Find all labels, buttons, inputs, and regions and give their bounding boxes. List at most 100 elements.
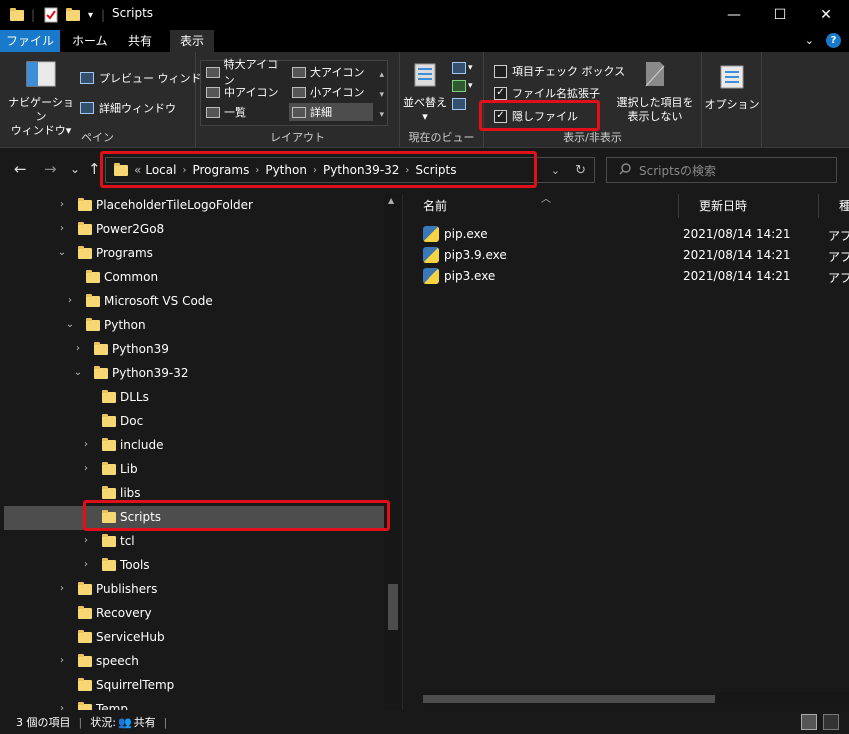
address-dropdown-icon[interactable]: ⌄ bbox=[551, 164, 560, 177]
tab-file[interactable]: ファイル bbox=[0, 30, 60, 52]
tab-view[interactable]: 表示 bbox=[170, 30, 215, 52]
chevron-right-icon[interactable]: › bbox=[57, 655, 67, 666]
chevron-right-icon[interactable]: › bbox=[81, 535, 91, 546]
tree-item[interactable]: libs bbox=[0, 482, 384, 506]
scroll-up-icon[interactable]: ▲ bbox=[388, 196, 394, 205]
chevron-down-icon[interactable]: ⌄ bbox=[65, 319, 75, 330]
item-checkbox-toggle[interactable]: 項目チェック ボックス bbox=[494, 63, 625, 79]
search-box[interactable]: Scriptsの検索 bbox=[606, 157, 837, 183]
tree-item[interactable]: ServiceHub bbox=[0, 626, 384, 650]
layout-extra-large-icons[interactable]: 特大アイコン bbox=[203, 58, 287, 87]
maximize-button[interactable]: ☐ bbox=[757, 0, 803, 30]
close-button[interactable]: ✕ bbox=[803, 0, 849, 30]
tree-item[interactable]: DLLs bbox=[0, 386, 384, 410]
file-list-horizontal-scrollbar[interactable] bbox=[423, 692, 849, 706]
file-row[interactable]: pip.exe 2021/08/14 14:21 アプリ bbox=[403, 224, 849, 245]
item-checkbox-checkbox[interactable] bbox=[494, 64, 507, 78]
file-extension-toggle[interactable]: ✓ ファイル名拡張子 bbox=[494, 85, 600, 101]
tab-home[interactable]: ホーム bbox=[62, 30, 118, 52]
breadcrumb-chevron-icon[interactable]: › bbox=[255, 165, 259, 176]
tree-item[interactable]: › Publishers bbox=[0, 578, 384, 602]
breadcrumb-item-scripts[interactable]: Scripts bbox=[415, 163, 456, 177]
new-folder-icon[interactable] bbox=[66, 7, 80, 23]
recent-locations-button[interactable]: ⌄ bbox=[70, 162, 80, 176]
chevron-right-icon[interactable]: › bbox=[73, 343, 83, 354]
properties-icon[interactable] bbox=[44, 7, 58, 23]
chevron-right-icon[interactable]: › bbox=[57, 703, 67, 710]
refresh-icon[interactable]: ↻ bbox=[575, 163, 586, 178]
navigation-pane-button[interactable]: ナビゲーション ウィンドウ▾ bbox=[6, 60, 76, 138]
tree-item[interactable]: › Temp bbox=[0, 698, 384, 710]
chevron-down-icon[interactable]: ⌄ bbox=[57, 247, 67, 258]
chevron-right-icon[interactable]: › bbox=[81, 463, 91, 474]
chevron-right-icon[interactable]: › bbox=[57, 223, 67, 234]
preview-pane-button[interactable]: プレビュー ウィンドウ bbox=[80, 70, 213, 86]
tree-item[interactable]: › PlaceholderTileLogoFolder bbox=[0, 194, 384, 218]
layout-small-icons[interactable]: 小アイコン bbox=[289, 83, 373, 101]
chevron-right-icon[interactable]: › bbox=[81, 559, 91, 570]
file-extension-checkbox[interactable]: ✓ bbox=[494, 86, 507, 100]
breadcrumb-chevron-icon[interactable]: › bbox=[405, 165, 409, 176]
tree-item[interactable]: Common bbox=[0, 266, 384, 290]
tree-item[interactable]: › Lib bbox=[0, 458, 384, 482]
tree-item[interactable]: Doc bbox=[0, 410, 384, 434]
details-view-icon[interactable] bbox=[801, 714, 817, 730]
tree-scrollbar[interactable]: ▲ bbox=[384, 194, 402, 710]
tree-item-selected[interactable]: Scripts bbox=[4, 506, 384, 530]
tree-item[interactable]: › tcl bbox=[0, 530, 384, 554]
file-row[interactable]: pip3.9.exe 2021/08/14 14:21 アプリ bbox=[403, 245, 849, 266]
tree-item[interactable]: Recovery bbox=[0, 602, 384, 626]
up-button[interactable]: ↑ bbox=[88, 160, 101, 178]
breadcrumb-overflow[interactable]: « bbox=[134, 163, 141, 177]
tree-item[interactable]: › Tools bbox=[0, 554, 384, 578]
tree-item[interactable]: ⌄ Programs bbox=[0, 242, 384, 266]
column-header-type[interactable]: 種類 bbox=[819, 194, 849, 218]
chevron-down-icon[interactable]: ⌄ bbox=[805, 34, 814, 47]
tree-item[interactable]: › Power2Go8 bbox=[0, 218, 384, 242]
tree-item[interactable]: › speech bbox=[0, 650, 384, 674]
tree-item[interactable]: ⌄ Python bbox=[0, 314, 384, 338]
tree-item[interactable]: ⌄ Python39-32 bbox=[0, 362, 384, 386]
breadcrumb-chevron-icon[interactable]: › bbox=[313, 165, 317, 176]
size-columns-button[interactable] bbox=[452, 98, 473, 110]
layout-large-icons[interactable]: 大アイコン bbox=[289, 63, 373, 81]
help-icon[interactable]: ? bbox=[826, 33, 841, 48]
layout-list[interactable]: 一覧 bbox=[203, 103, 287, 121]
hidden-items-toggle[interactable]: ✓ 隠しファイル bbox=[494, 108, 578, 124]
details-pane-button[interactable]: 詳細ウィンドウ bbox=[80, 100, 176, 116]
layout-medium-icons[interactable]: 中アイコン bbox=[203, 83, 287, 101]
breadcrumb-item-python[interactable]: Python bbox=[265, 163, 307, 177]
tab-share[interactable]: 共有 bbox=[118, 30, 162, 52]
address-bar[interactable]: « Local › Programs › Python › Python39-32 › … bbox=[105, 157, 595, 183]
hide-selected-button[interactable]: 選択した項目を 表示しない bbox=[614, 60, 696, 124]
tree-item[interactable]: SquirrelTemp bbox=[0, 674, 384, 698]
tree-item[interactable]: › include bbox=[0, 434, 384, 458]
minimize-button[interactable]: — bbox=[711, 0, 757, 30]
file-row[interactable]: pip3.exe 2021/08/14 14:21 アプリ bbox=[403, 266, 849, 287]
customize-toolbar-icon[interactable]: ▾ bbox=[88, 7, 93, 23]
hidden-items-checkbox[interactable]: ✓ bbox=[494, 109, 507, 123]
tree-scrollbar-thumb[interactable] bbox=[388, 584, 398, 630]
large-icons-view-icon[interactable] bbox=[823, 714, 839, 730]
chevron-right-icon[interactable]: › bbox=[57, 199, 67, 210]
tree-item[interactable]: › Python39 bbox=[0, 338, 384, 362]
layout-scroll[interactable]: ▴ ▾ ▾ bbox=[379, 65, 384, 125]
tree-item[interactable]: › Microsoft VS Code bbox=[0, 290, 384, 314]
breadcrumb-item-python39-32[interactable]: Python39-32 bbox=[323, 163, 399, 177]
file-list-scrollbar-thumb[interactable] bbox=[423, 695, 715, 703]
sort-by-button[interactable]: 並べ替え▾ bbox=[402, 62, 448, 124]
chevron-right-icon[interactable]: › bbox=[57, 583, 67, 594]
add-columns-button[interactable]: ▾ bbox=[452, 80, 473, 92]
chevron-down-icon[interactable]: ⌄ bbox=[73, 367, 83, 378]
forward-button[interactable]: → bbox=[44, 160, 57, 178]
group-by-button[interactable]: ▾ bbox=[452, 62, 473, 74]
layout-details[interactable]: 詳細 bbox=[289, 103, 373, 121]
options-button[interactable]: オプション bbox=[704, 64, 760, 112]
back-button[interactable]: ← bbox=[14, 160, 27, 178]
breadcrumb-item-local[interactable]: Local bbox=[145, 163, 176, 177]
chevron-right-icon[interactable]: › bbox=[65, 295, 75, 306]
column-header-modified[interactable]: 更新日時 bbox=[679, 194, 819, 218]
column-header-name[interactable]: 名前 bbox=[403, 194, 679, 218]
breadcrumb-chevron-icon[interactable]: › bbox=[182, 165, 186, 176]
chevron-right-icon[interactable]: › bbox=[81, 439, 91, 450]
